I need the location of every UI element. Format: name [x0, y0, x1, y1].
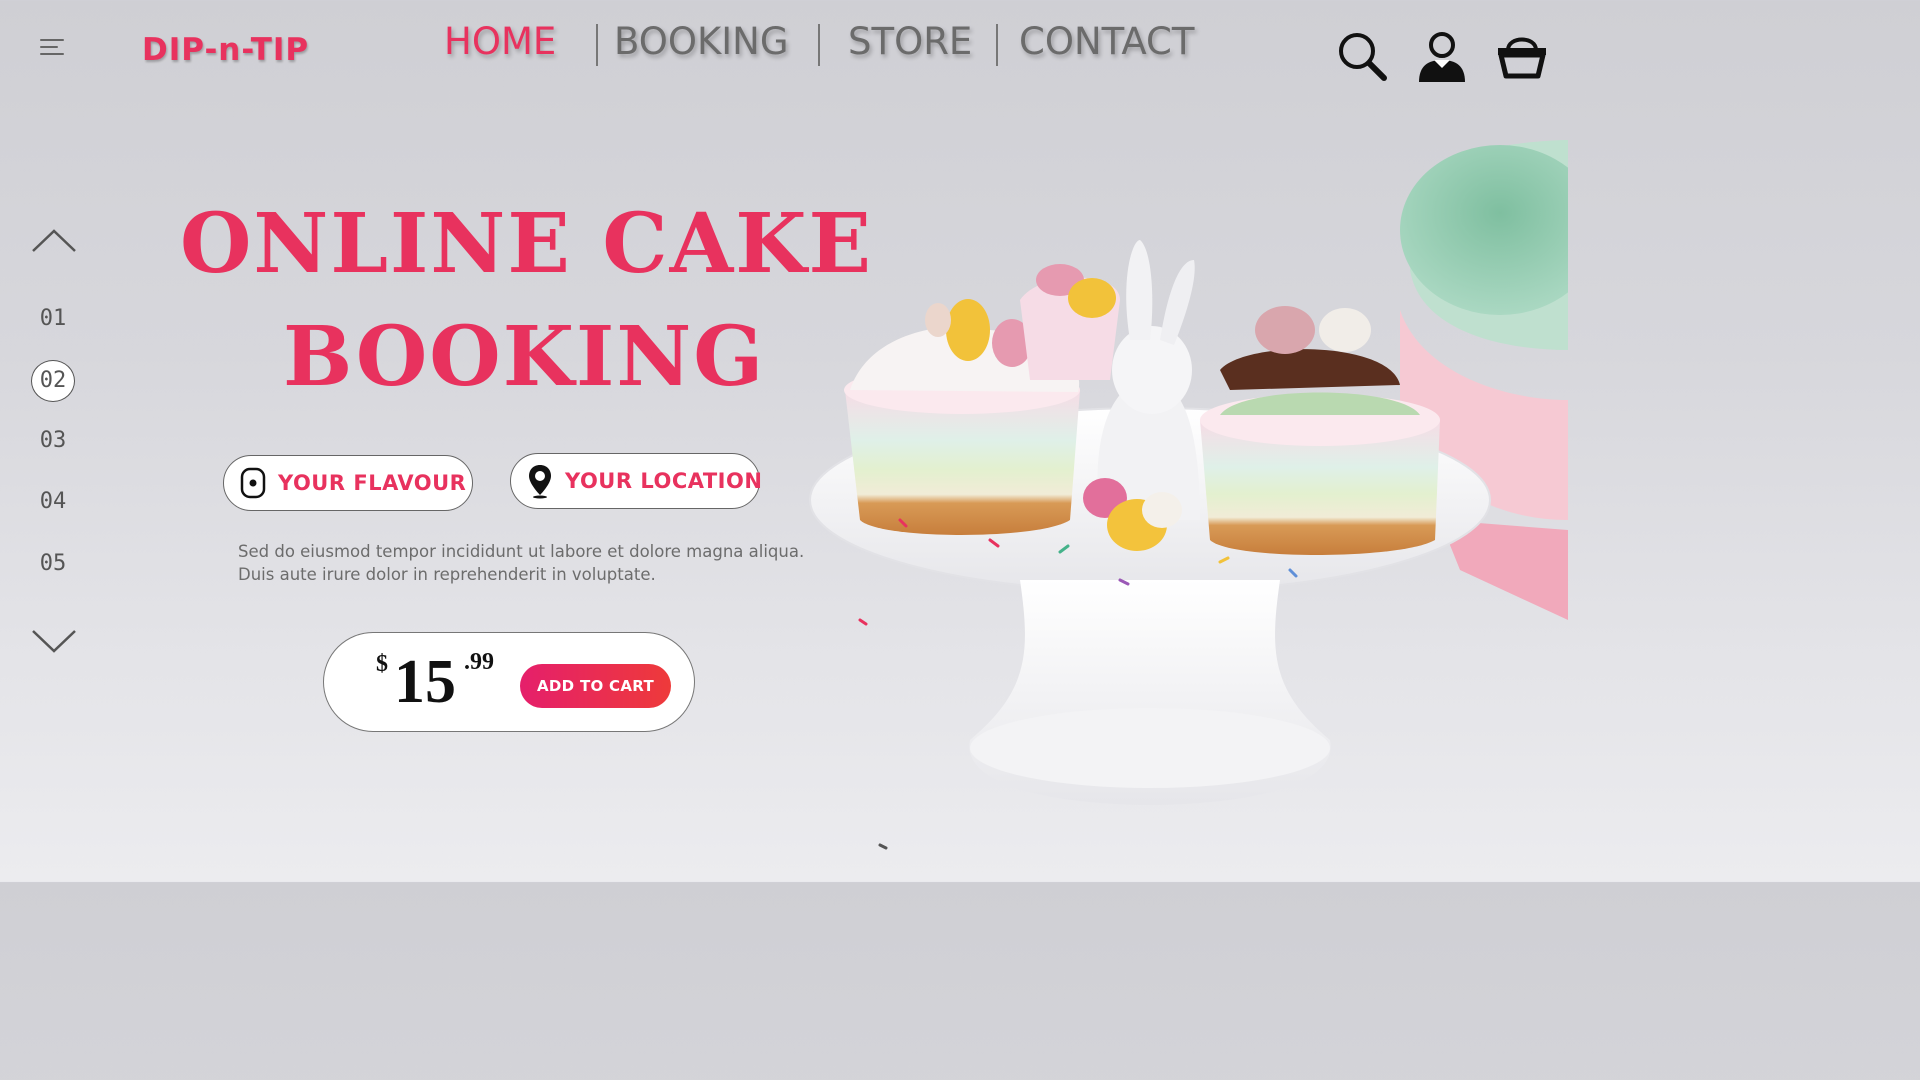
hamburger-menu-icon[interactable]	[40, 36, 66, 60]
hero-title-line2: BOOKING	[283, 309, 766, 405]
page-number-03[interactable]: 03	[31, 421, 75, 461]
user-icon[interactable]	[1414, 28, 1470, 84]
nav-divider	[818, 24, 820, 66]
nav-booking[interactable]: BOOKING	[614, 20, 789, 63]
cupcakes-photo	[809, 140, 1568, 850]
page-number-04[interactable]: 04	[31, 482, 75, 522]
flavour-button[interactable]: YOUR FLAVOUR	[223, 455, 473, 511]
nav-contact[interactable]: CONTACT	[1019, 20, 1194, 63]
location-pin-icon	[529, 465, 551, 499]
nav-store[interactable]: STORE	[848, 20, 972, 63]
page-number-02[interactable]: 02	[31, 360, 75, 402]
price-currency: $	[376, 651, 388, 677]
page-number-05[interactable]: 05	[31, 544, 75, 584]
chevron-up-icon[interactable]	[30, 226, 78, 256]
chevron-down-icon[interactable]	[30, 626, 78, 656]
add-to-cart-button[interactable]: ADD TO CART	[520, 664, 671, 708]
nav-divider	[596, 24, 598, 66]
nav-home[interactable]: HOME	[444, 20, 556, 63]
search-icon[interactable]	[1334, 28, 1390, 84]
cart-basket-icon[interactable]	[1494, 28, 1550, 84]
flavour-icon	[240, 467, 266, 499]
page-number-01[interactable]: 01	[31, 299, 75, 339]
price-cents: .99	[464, 649, 494, 675]
price-whole: 15	[394, 648, 456, 716]
brand-logo[interactable]: DIP-n-TIP	[142, 32, 309, 68]
flavour-label: YOUR FLAVOUR	[278, 471, 467, 495]
price-panel: $ 15 .99 ADD TO CART	[323, 632, 695, 732]
nav-divider	[996, 24, 998, 66]
